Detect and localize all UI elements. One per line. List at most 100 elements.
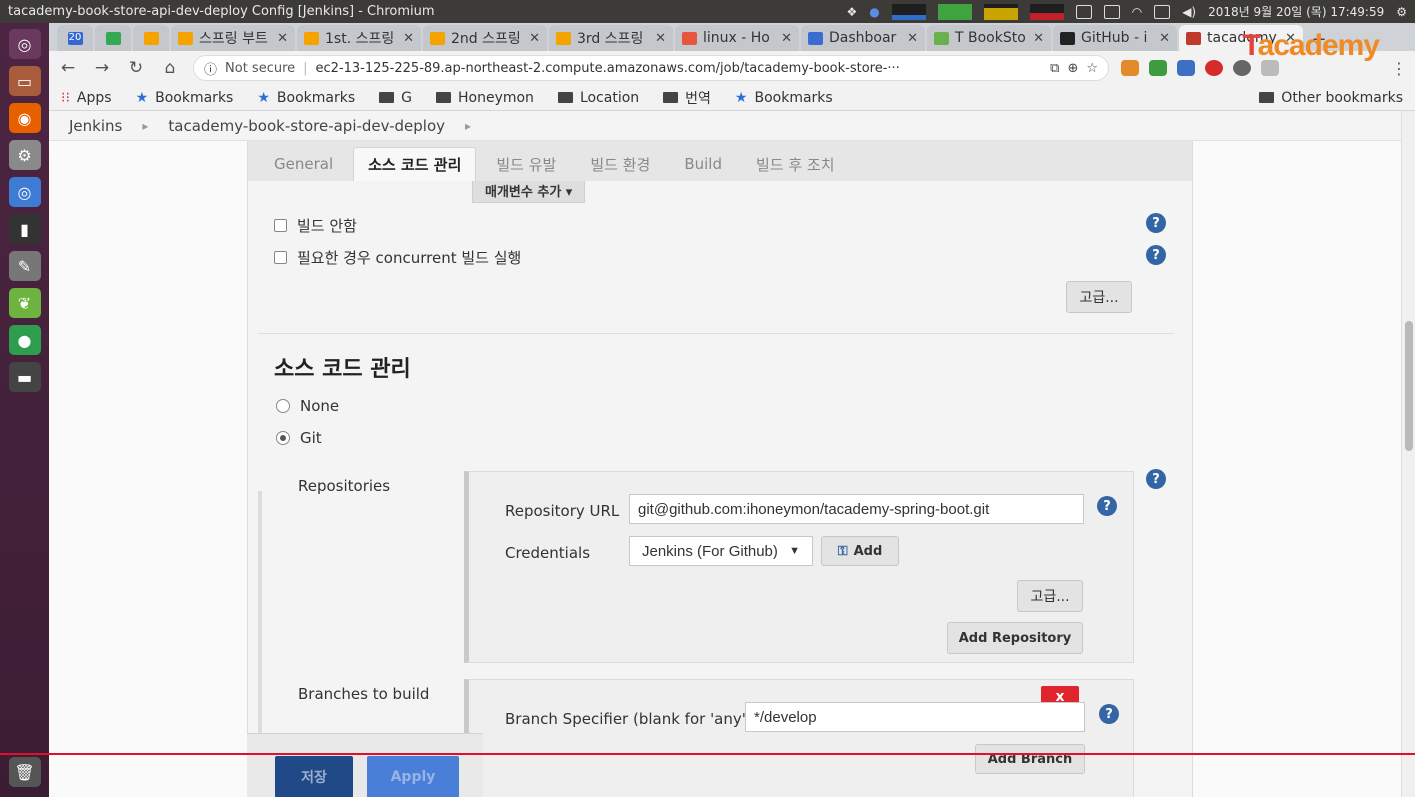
tab-build-environment[interactable]: 빌드 환경 (576, 147, 664, 181)
back-arrow-icon[interactable]: ← (57, 58, 79, 78)
apply-button[interactable]: Apply (367, 756, 459, 797)
extension-fox-icon[interactable] (1121, 60, 1139, 76)
browser-tab[interactable]: T BookSto ✕ (927, 25, 1051, 51)
clock[interactable]: 2018년 9월 20일 (목) 17:49:59 (1208, 3, 1384, 20)
branch-block: x Branch Specifier (blank for 'any') */d… (464, 679, 1134, 797)
help-icon[interactable]: ? (1097, 496, 1117, 516)
add-credentials-button[interactable]: ⚿ Add (821, 536, 899, 566)
bookmark-folder-bookmarks-2[interactable]: ★ Bookmarks (257, 90, 355, 106)
home-icon[interactable]: ⌂ (159, 58, 181, 78)
tab-close-icon[interactable]: ✕ (403, 31, 414, 46)
reload-icon[interactable]: ↻ (125, 58, 147, 78)
terminal-icon[interactable]: ▮ (8, 214, 41, 244)
tab-close-icon[interactable]: ✕ (1033, 31, 1044, 46)
bookmark-folder-translate[interactable]: 번역 (663, 88, 711, 108)
scrollbar-thumb[interactable] (1405, 321, 1413, 451)
breadcrumb: Jenkins ▸ tacademy-book-store-api-dev-de… (49, 111, 1401, 141)
info-icon[interactable]: ⓘ (204, 59, 217, 78)
browser-tab[interactable]: 20 (57, 25, 93, 51)
breadcrumb-jenkins[interactable]: Jenkins (69, 117, 122, 135)
app-green-icon[interactable]: ● (8, 325, 41, 355)
help-icon[interactable]: ? (1146, 469, 1166, 489)
keyboard-icon[interactable] (1075, 4, 1092, 19)
zoom-icon[interactable]: ⊕ (1067, 61, 1078, 76)
tab-close-icon[interactable]: ✕ (907, 31, 918, 46)
tab-close-icon[interactable]: ✕ (277, 31, 288, 46)
extension-stop-icon[interactable] (1205, 60, 1223, 76)
wifi-icon[interactable]: ◠ (1132, 5, 1142, 19)
help-icon[interactable]: ? (1146, 245, 1166, 265)
usb-drive-icon[interactable]: ▬ (8, 362, 41, 392)
add-branch-button[interactable]: Add Branch (975, 744, 1085, 774)
add-parameter-button[interactable]: 매개변수 추가 ▾ (472, 181, 586, 203)
bookmark-folder-honeymon[interactable]: Honeymon (435, 90, 534, 106)
extension-evernote-icon[interactable] (1149, 60, 1167, 76)
scm-none-radio[interactable] (276, 399, 290, 413)
breadcrumb-job[interactable]: tacademy-book-store-api-dev-deploy (168, 117, 445, 135)
credentials-select[interactable]: Jenkins (For Github) ▼ (629, 536, 813, 566)
divider (258, 333, 1174, 334)
bookmark-folder-g[interactable]: G (379, 90, 412, 106)
dropbox-icon[interactable]: ❖ (846, 5, 857, 19)
tab-close-icon[interactable]: ✕ (781, 31, 792, 46)
tab-close-icon[interactable]: ✕ (655, 31, 666, 46)
bookmark-folder-bookmarks-3[interactable]: ★ Bookmarks (735, 90, 833, 106)
repository-url-input[interactable]: git@github.com:ihoneymon/tacademy-spring… (629, 494, 1084, 524)
dash-home-icon[interactable]: ◎ (8, 29, 41, 59)
bookmark-folder-bookmarks-1[interactable]: ★ Bookmarks (136, 90, 234, 106)
browser-tab[interactable] (95, 25, 131, 51)
browser-tab[interactable]: 1st. 스프링 ✕ (297, 25, 421, 51)
breadcrumb-arrow-icon: ▸ (142, 118, 149, 133)
address-bar[interactable]: ⓘ Not secure | ec2-13-125-225-89.ap-nort… (193, 55, 1109, 81)
trash-icon[interactable]: 🗑 (8, 757, 41, 787)
bookmark-folder-location[interactable]: Location (557, 90, 639, 106)
browser-tab[interactable] (133, 25, 169, 51)
branch-specifier-input[interactable]: */develop (745, 702, 1085, 732)
tab-label: 1st. 스프링 (325, 31, 395, 47)
chromium-tray-icon[interactable]: ● (869, 5, 879, 19)
browser-tab[interactable]: Dashboar ✕ (801, 25, 925, 51)
video-progress-line (0, 753, 1415, 755)
translate-icon[interactable]: ⧉ (1050, 61, 1059, 76)
display-icon[interactable] (1103, 4, 1120, 19)
network-graph (891, 3, 926, 20)
concurrent-build-checkbox[interactable] (274, 251, 287, 264)
help-icon[interactable]: ? (1099, 704, 1119, 724)
save-button[interactable]: 저장 (275, 756, 353, 797)
forward-arrow-icon[interactable]: → (91, 58, 113, 78)
browser-tab[interactable]: 3rd 스프링 ✕ (549, 25, 673, 51)
tab-build-triggers[interactable]: 빌드 유발 (482, 147, 570, 181)
tab-close-icon[interactable]: ✕ (529, 31, 540, 46)
browser-tab[interactable]: GitHub - i ✕ (1053, 25, 1177, 51)
files-icon[interactable]: ▭ (8, 66, 41, 96)
help-icon[interactable]: ? (1146, 213, 1166, 233)
tab-build[interactable]: Build (670, 147, 736, 181)
tab-close-icon[interactable]: ✕ (1159, 31, 1170, 46)
volume-icon[interactable]: ◀) (1182, 5, 1196, 19)
add-repository-button[interactable]: Add Repository (947, 622, 1083, 654)
url-text[interactable]: ec2-13-125-225-89.ap-northeast-2.compute… (316, 61, 1043, 76)
settings-gear-icon[interactable]: ⚙ (1396, 5, 1407, 19)
tab-general[interactable]: General (260, 147, 347, 181)
tab-source-code-management[interactable]: 소스 코드 관리 (353, 147, 477, 181)
spring-tool-icon[interactable]: ❦ (8, 288, 41, 318)
chromium-icon[interactable]: ◎ (8, 177, 41, 207)
browser-tab[interactable]: 스프링 부트 ✕ (171, 25, 295, 51)
advanced-button[interactable]: 고급... (1066, 281, 1132, 313)
battery-icon[interactable] (1154, 4, 1171, 19)
bookmark-star-icon[interactable]: ☆ (1086, 61, 1098, 76)
browser-tab[interactable]: linux - Ho ✕ (675, 25, 799, 51)
bookmark-other[interactable]: Other bookmarks (1259, 90, 1403, 106)
browser-menu-icon[interactable]: ⋮ (1391, 59, 1407, 78)
page-scrollbar[interactable] (1401, 111, 1415, 797)
extension-screen-icon[interactable] (1177, 60, 1195, 76)
text-editor-icon[interactable]: ✎ (8, 251, 41, 281)
bookmark-apps[interactable]: ⁝⁝ Apps (61, 90, 112, 106)
tab-post-build[interactable]: 빌드 후 조치 (742, 147, 849, 181)
firefox-icon[interactable]: ◉ (8, 103, 41, 133)
disable-build-checkbox[interactable] (274, 219, 287, 232)
browser-tab[interactable]: 2nd 스프링 ✕ (423, 25, 547, 51)
scm-git-radio[interactable] (276, 431, 290, 445)
repo-advanced-button[interactable]: 고급... (1017, 580, 1083, 612)
system-settings-icon[interactable]: ⚙ (8, 140, 41, 170)
